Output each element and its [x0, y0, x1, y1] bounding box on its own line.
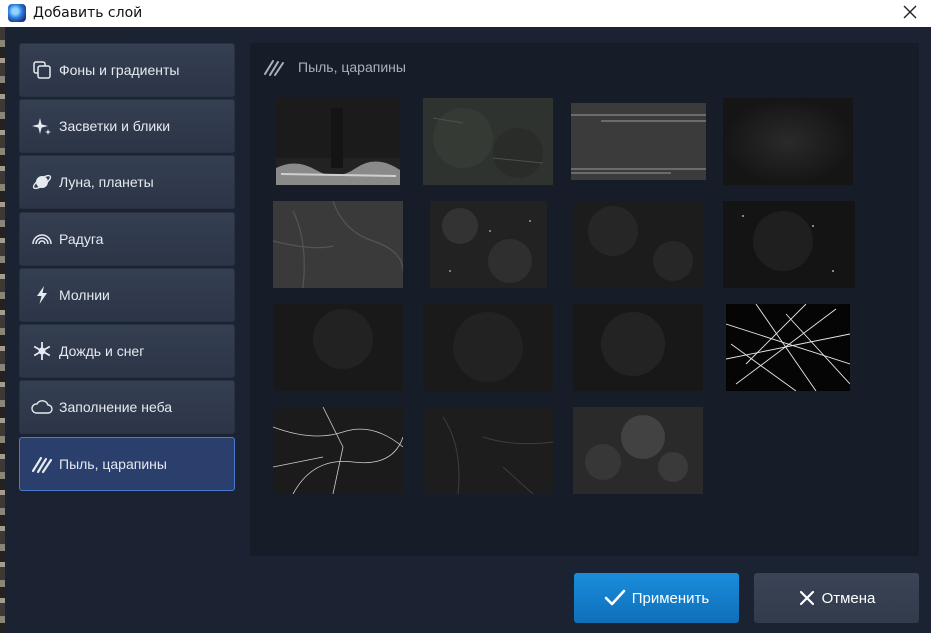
sidebar-item-flares[interactable]: Засветки и блики: [19, 99, 235, 153]
sidebar-item-moon-planets[interactable]: Луна, планеты: [19, 155, 235, 209]
sidebar-item-label: Пыль, царапины: [59, 456, 167, 472]
snowflake-icon: [31, 340, 53, 362]
texture-thumbnail[interactable]: [573, 407, 703, 494]
texture-thumbnail[interactable]: [723, 201, 855, 288]
texture-thumbnail[interactable]: [423, 407, 553, 494]
texture-thumbnail[interactable]: [273, 407, 403, 494]
gallery-header: Пыль, царапины: [263, 57, 406, 77]
gallery-title: Пыль, царапины: [298, 59, 406, 75]
planet-icon: [31, 171, 53, 193]
app-logo-icon: [8, 4, 26, 22]
sidebar-item-label: Молнии: [59, 287, 110, 303]
texture-thumbnail[interactable]: [276, 98, 400, 185]
sidebar-item-label: Заполнение неба: [59, 399, 173, 415]
sidebar-item-label: Луна, планеты: [59, 174, 154, 190]
sidebar-item-label: Фоны и градиенты: [59, 62, 180, 78]
texture-thumbnail[interactable]: [571, 103, 706, 180]
texture-thumbnail[interactable]: [573, 201, 703, 288]
sparkle-icon: [31, 115, 53, 137]
layer-gallery: Пыль, царапины: [250, 43, 919, 556]
sidebar-item-rainbow[interactable]: Радуга: [19, 212, 235, 266]
texture-thumbnail[interactable]: [273, 304, 403, 391]
layers-icon: [31, 59, 53, 81]
lightning-icon: [31, 284, 53, 306]
close-icon: [799, 590, 814, 606]
cloud-icon: [31, 396, 53, 418]
cancel-button[interactable]: Отмена: [754, 573, 919, 623]
sidebar-item-label: Засветки и блики: [59, 118, 171, 134]
texture-thumbnail[interactable]: [423, 98, 553, 185]
rainbow-icon: [31, 228, 53, 250]
sidebar-item-backgrounds[interactable]: Фоны и градиенты: [19, 43, 235, 97]
texture-thumbnail[interactable]: [723, 98, 853, 185]
title-bar: Добавить слой: [0, 0, 931, 27]
sidebar-item-rain-snow[interactable]: Дождь и снег: [19, 324, 235, 378]
apply-button-label: Применить: [631, 589, 710, 607]
apply-button[interactable]: Применить: [574, 573, 739, 623]
scratches-icon: [31, 453, 53, 475]
checkmark-icon: [604, 589, 626, 606]
sidebar-item-label: Дождь и снег: [59, 343, 145, 359]
scratches-icon: [264, 60, 284, 76]
sidebar-item-lightning[interactable]: Молнии: [19, 268, 235, 322]
texture-thumbnail[interactable]: [430, 201, 547, 288]
cancel-button-label: Отмена: [821, 589, 876, 607]
texture-thumbnail[interactable]: [726, 304, 850, 391]
sidebar-item-sky-fill[interactable]: Заполнение неба: [19, 380, 235, 434]
window-title: Добавить слой: [33, 5, 143, 21]
sidebar-item-dust-scratches[interactable]: Пыль, царапины: [19, 437, 235, 491]
texture-thumbnail[interactable]: [423, 304, 553, 391]
texture-thumbnail[interactable]: [573, 304, 703, 391]
dialog: Фоны и градиенты Засветки и блики Луна, …: [5, 27, 931, 633]
close-icon[interactable]: [901, 3, 919, 21]
texture-thumbnail[interactable]: [273, 201, 403, 288]
sidebar-item-label: Радуга: [59, 231, 104, 247]
